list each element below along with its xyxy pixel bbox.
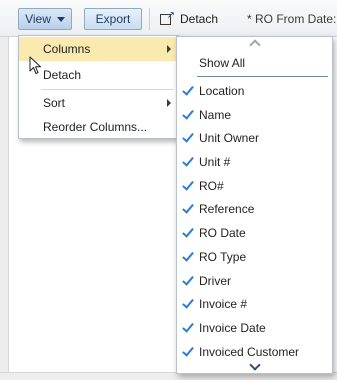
column-item-ro-number[interactable]: RO# <box>177 174 332 197</box>
export-button[interactable]: Export <box>84 8 142 30</box>
column-item-driver[interactable]: Driver <box>177 269 332 292</box>
menu-divider <box>197 76 328 77</box>
column-item-label: Name <box>199 107 232 122</box>
view-menu-button[interactable]: View <box>18 8 72 30</box>
show-all-item[interactable]: Show All <box>177 51 332 75</box>
toolbar-separator <box>149 8 150 30</box>
chevron-right-icon <box>167 45 171 53</box>
column-item-label: Invoice # <box>199 296 248 311</box>
chevron-down-icon <box>56 16 65 22</box>
column-item-invoice-number[interactable]: Invoice # <box>177 292 332 315</box>
menu-item-label: Detach <box>43 68 82 82</box>
checkmark-icon <box>182 85 192 95</box>
view-dropdown-menu: Columns Detach Sort Reorder Columns... <box>18 35 179 139</box>
column-item-reference[interactable]: Reference <box>177 197 332 220</box>
column-item-location[interactable]: Location <box>177 79 332 102</box>
checkmark-icon <box>182 109 192 119</box>
export-button-label: Export <box>95 12 131 26</box>
chevron-right-icon <box>167 99 171 107</box>
menu-divider <box>41 89 174 90</box>
column-item-ro-type[interactable]: RO Type <box>177 245 332 268</box>
column-item-label: Unit Owner <box>199 130 260 145</box>
column-item-label: Invoice Date <box>199 320 266 335</box>
menu-item-label: Sort <box>43 96 66 110</box>
checkmark-icon <box>182 275 192 285</box>
column-item-ro-date[interactable]: RO Date <box>177 221 332 244</box>
column-item-invoice-date[interactable]: Invoice Date <box>177 316 332 339</box>
column-item-label: RO# <box>199 178 224 193</box>
column-item-label: Driver <box>199 273 231 288</box>
column-item-unit-owner[interactable]: Unit Owner <box>177 126 332 149</box>
checkmark-icon <box>182 132 192 142</box>
menu-item-label: Columns <box>43 42 91 56</box>
menu-item-reorder-columns[interactable]: Reorder Columns... <box>19 115 178 139</box>
detach-button[interactable]: ↗ Detach <box>160 9 218 29</box>
column-item-label: RO Type <box>199 249 247 264</box>
checkmark-icon <box>182 203 192 213</box>
toolbar: View Export ↗ Detach * RO From Date: <box>0 0 337 37</box>
menu-item-label: Reorder Columns... <box>43 120 148 134</box>
column-item-name[interactable]: Name <box>177 103 332 126</box>
detach-button-label: Detach <box>180 12 219 26</box>
mouse-pointer-icon <box>29 56 41 74</box>
column-item-label: Invoiced Customer <box>199 344 300 359</box>
checkmark-icon <box>182 322 192 332</box>
column-item-label: Unit # <box>199 154 231 169</box>
show-all-label: Show All <box>199 56 246 70</box>
checkmark-icon <box>182 227 192 237</box>
checkmark-icon <box>182 251 192 261</box>
column-item-label: Location <box>199 83 245 98</box>
ro-from-date-label: * RO From Date: <box>247 12 337 26</box>
scroll-down-icon <box>248 359 261 371</box>
menu-item-sort[interactable]: Sort <box>19 91 178 115</box>
scroll-up-button[interactable] <box>177 37 332 51</box>
checkmark-icon <box>182 346 192 356</box>
checkmark-icon <box>182 180 192 190</box>
column-item-label: RO Date <box>199 225 246 240</box>
detach-window-icon: ↗ <box>160 11 175 26</box>
left-panel-edge <box>0 36 9 380</box>
checkmark-icon <box>182 156 192 166</box>
checkmark-icon <box>182 298 192 308</box>
columns-submenu: Show All Location Name Unit Owner Unit #… <box>176 36 333 374</box>
scroll-down-button[interactable] <box>177 359 332 373</box>
scroll-up-icon <box>248 39 261 51</box>
column-item-label: Reference <box>199 201 255 216</box>
view-button-label: View <box>25 12 51 26</box>
column-item-unit-number[interactable]: Unit # <box>177 150 332 173</box>
